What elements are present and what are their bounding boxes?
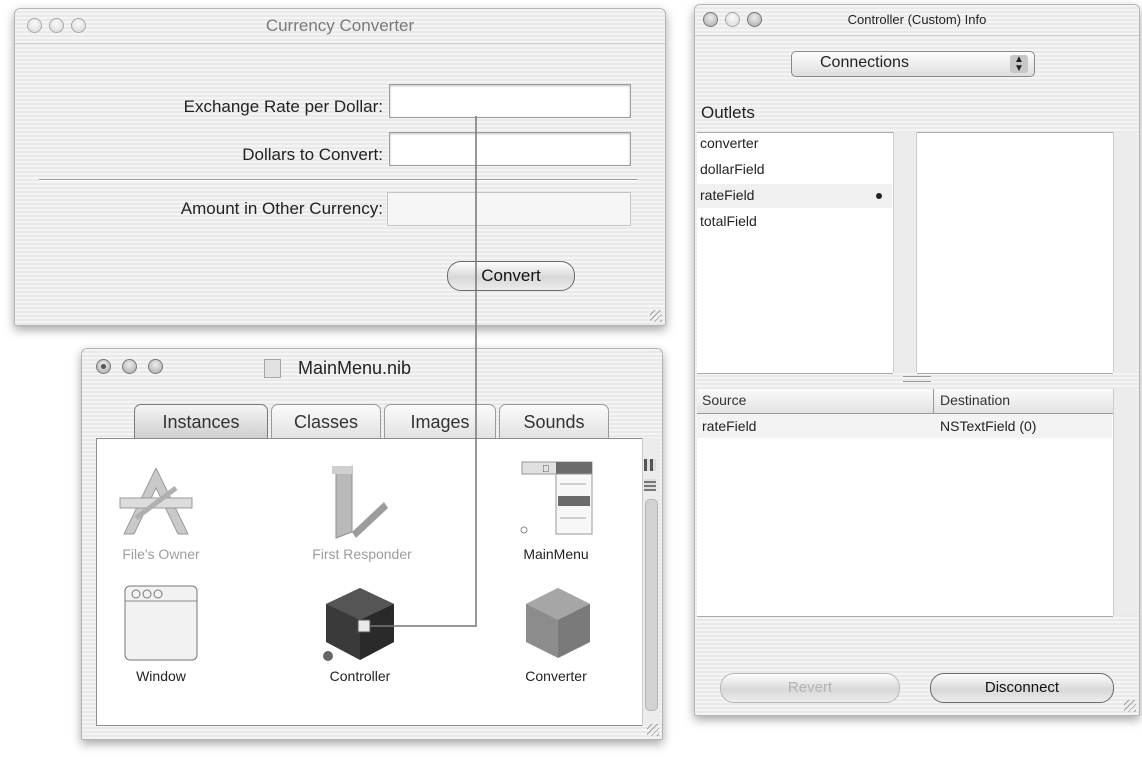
cube-icon[interactable] [520,584,596,662]
dollars-field[interactable] [389,132,631,166]
instance-label: Window [136,668,186,684]
convert-button[interactable]: Convert [447,261,575,291]
destination-column-header[interactable]: Destination [940,388,1010,412]
scroll-thumb[interactable] [645,499,658,711]
window-title: Controller (Custom) Info [847,12,987,27]
split-handle[interactable] [903,376,931,382]
rate-field[interactable] [389,84,631,118]
currency-converter-titlebar[interactable]: Currency Converter [15,9,665,44]
source-column-header[interactable]: Source [702,388,746,412]
dollars-label: Dollars to Convert: [242,145,383,164]
view-mode-icon[interactable] [644,459,656,471]
instance-label: File's Owner [122,546,200,562]
amount-field [387,192,631,226]
instance-label: First Responder [312,546,412,562]
window-icon[interactable] [124,585,198,661]
tab-images[interactable]: Images [384,404,496,438]
resize-grip-icon[interactable] [647,724,659,736]
currency-converter-window: Currency Converter Exchange Rate per Dol… [14,8,666,326]
minimize-button-icon[interactable] [122,359,137,374]
outlet-item[interactable]: totalField [700,213,757,229]
targets-list [917,132,1113,374]
info-window: Controller (Custom) Info Connections ▲ ▼ … [694,4,1140,716]
instance-label: MainMenu [523,546,589,562]
window-title: Currency Converter [265,16,415,35]
connected-indicator-icon [876,193,882,199]
outlet-item[interactable]: rateField [700,187,754,203]
resize-grip-icon[interactable] [650,310,662,322]
connection-destination: NSTextField (0) [940,418,1037,434]
info-titlebar[interactable]: Controller (Custom) Info [695,5,1139,36]
column-divider[interactable] [933,389,934,413]
svg-text::  [542,464,550,475]
instance-label: Converter [525,668,587,684]
nib-titlebar[interactable]: MainMenu.nib [82,349,662,383]
outlets-scrollbar[interactable] [893,132,917,372]
nib-file-icon [264,359,281,378]
popup-value: Connections [820,54,909,71]
first-responder-icon[interactable] [322,462,402,542]
connections-scrollbar[interactable] [1113,389,1138,615]
outlet-item[interactable]: converter [700,135,758,151]
instance-label: Controller [329,668,391,684]
window-title: MainMenu.nib [298,358,412,378]
app-icon[interactable] [116,468,196,538]
targets-scrollbar[interactable] [1113,132,1138,372]
table-header-row [697,389,1113,414]
revert-button: Revert [720,673,900,703]
connection-source: rateField [702,418,757,434]
list-mode-icon[interactable] [644,479,656,491]
outlet-item[interactable]: dollarField [700,161,765,177]
menu-icon[interactable]:  [516,460,594,540]
close-button-icon[interactable] [96,359,111,374]
tab-classes[interactable]: Classes [271,404,381,438]
resize-grip-icon[interactable] [1124,700,1136,712]
popup-arrows-icon: ▲ ▼ [1010,55,1028,74]
amount-label: Amount in Other Currency: [180,199,383,218]
outlets-header: Outlets [701,103,755,122]
cube-icon[interactable] [320,584,400,664]
tab-sounds[interactable]: Sounds [499,404,609,438]
separator [39,179,637,181]
zoom-button-icon[interactable] [148,359,163,374]
inspector-popup[interactable]: Connections ▲ ▼ [791,51,1035,77]
disconnect-button[interactable]: Disconnect [930,673,1114,703]
connection-row[interactable] [696,414,1112,438]
rate-label: Exchange Rate per Dollar: [183,97,383,116]
tab-instances[interactable]: Instances [134,404,268,438]
